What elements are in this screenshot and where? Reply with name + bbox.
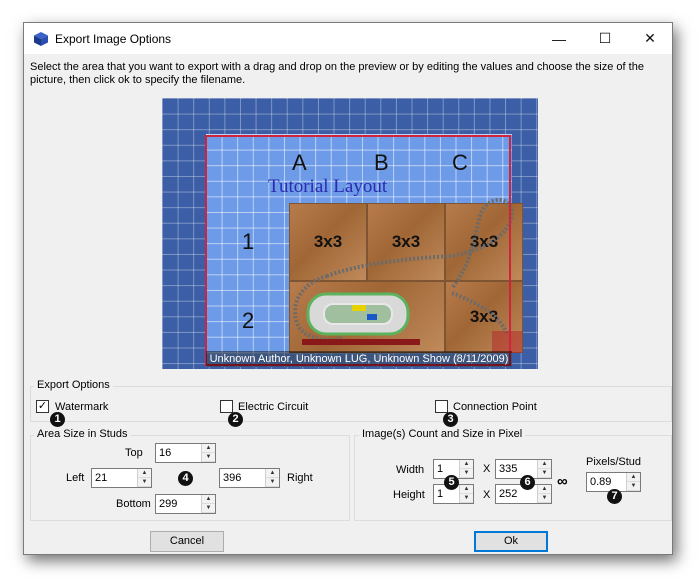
callout-badge-6: 6 (520, 475, 535, 490)
spinner-up-icon[interactable]: ▲ (460, 485, 473, 494)
spinner-up-icon[interactable]: ▲ (202, 444, 215, 453)
top-spinner[interactable]: 16 ▲ ▼ (155, 443, 216, 463)
bottom-label: Bottom (116, 498, 151, 510)
image-size-label: Image(s) Count and Size in Pixel (359, 428, 526, 440)
spinner-up-icon[interactable]: ▲ (460, 460, 473, 469)
callout-badge-2: 2 (228, 412, 243, 427)
export-options-label: Export Options (34, 379, 113, 391)
left-value: 21 (95, 472, 108, 484)
bottom-spinner[interactable]: 299 ▲ ▼ (155, 494, 216, 514)
right-label: Right (287, 472, 313, 484)
callout-badge-5: 5 (444, 475, 459, 490)
connection-point-label: Connection Point (453, 401, 537, 413)
close-button[interactable]: ✕ (627, 23, 673, 54)
spinner-down-icon[interactable]: ▼ (627, 482, 640, 491)
spinner-up-icon[interactable]: ▲ (627, 473, 640, 482)
left-spinner[interactable]: 21 ▲ ▼ (91, 468, 152, 488)
width-label: Width (396, 464, 425, 476)
watermark-label: Watermark (55, 401, 109, 413)
check-icon: ✓ (37, 400, 48, 412)
title-bar: Export Image Options — ☐ ✕ (24, 23, 672, 54)
spinner-down-icon[interactable]: ▼ (460, 469, 473, 478)
times-symbol: X (483, 489, 491, 501)
connection-point-checkbox[interactable] (435, 400, 448, 413)
instructions-text: Select the area that you want to export … (30, 61, 644, 86)
blue-cube-icon (34, 32, 48, 46)
spinner-down-icon[interactable]: ▼ (202, 504, 215, 513)
watermark-checkbox[interactable]: ✓ (36, 400, 49, 413)
spinner-up-icon[interactable]: ▲ (202, 495, 215, 504)
electric-circuit-label: Electric Circuit (238, 401, 309, 413)
spinner-up-icon[interactable]: ▲ (538, 485, 551, 494)
close-icon: ✕ (644, 30, 656, 46)
spinner-down-icon[interactable]: ▼ (460, 494, 473, 503)
cancel-button[interactable]: Cancel (150, 531, 224, 552)
pixels-per-stud-value: 0.89 (590, 476, 612, 488)
right-value: 396 (223, 472, 242, 484)
maximize-button[interactable]: ☐ (582, 23, 628, 54)
spinner-up-icon[interactable]: ▲ (138, 469, 151, 478)
spinner-down-icon[interactable]: ▼ (266, 478, 279, 487)
spinner-down-icon[interactable]: ▼ (138, 478, 151, 487)
callout-badge-4: 4 (178, 471, 193, 486)
spinner-down-icon[interactable]: ▼ (538, 494, 551, 503)
left-label: Left (66, 472, 85, 484)
height-label: Height (393, 489, 425, 501)
export-preview[interactable]: A B C Tutorial Layout 1 2 3x3 3x3 3x3 3 … (162, 98, 538, 369)
callout-badge-3: 3 (443, 412, 458, 427)
chain-link-icon[interactable]: ∞ (557, 473, 568, 490)
top-value: 16 (159, 447, 172, 459)
minimize-button[interactable]: — (536, 23, 582, 54)
export-image-options-dialog: Export Image Options — ☐ ✕ Select the ar… (23, 22, 673, 555)
watermark-caption: Unknown Author, Unknown LUG, Unknown Sho… (206, 351, 512, 367)
window-title: Export Image Options (55, 32, 172, 46)
export-options-group (30, 386, 672, 422)
export-selection-rectangle[interactable] (205, 135, 511, 366)
bottom-value: 299 (159, 498, 178, 510)
callout-badge-1: 1 (50, 412, 65, 427)
ok-button[interactable]: Ok (474, 531, 548, 552)
callout-badge-7: 7 (607, 489, 622, 504)
area-size-label: Area Size in Studs (34, 428, 131, 440)
spinner-up-icon[interactable]: ▲ (266, 469, 279, 478)
minimize-icon: — (552, 30, 566, 47)
spinner-down-icon[interactable]: ▼ (538, 469, 551, 478)
right-spinner[interactable]: 396 ▲ ▼ (219, 468, 280, 488)
spinner-up-icon[interactable]: ▲ (538, 460, 551, 469)
top-label: Top (125, 447, 143, 459)
pixels-per-stud-label: Pixels/Stud (586, 456, 642, 468)
times-symbol: X (483, 463, 491, 475)
spinner-down-icon[interactable]: ▼ (202, 453, 215, 462)
electric-circuit-checkbox[interactable] (220, 400, 233, 413)
maximize-icon: ☐ (598, 30, 612, 46)
